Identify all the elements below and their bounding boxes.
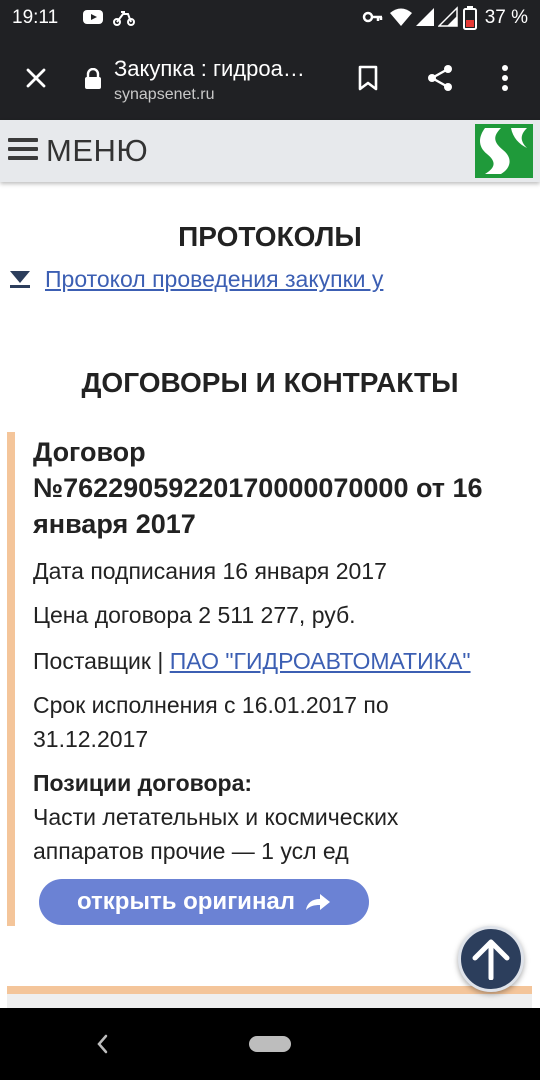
more-vert-icon[interactable] [485,58,525,98]
battery-percent: 37 % [484,7,528,28]
signal-icon [415,6,435,33]
contracts-heading: ДОГОВОРЫ И КОНТРАКТЫ [81,367,459,398]
battery-icon [463,6,477,35]
positions-list: Части летательных и космических аппарато… [33,800,398,868]
position-line: Части летательных и космических [33,804,399,830]
contract-signed-date: Дата подписания 16 января 2017 [33,558,387,584]
contract-term-line: Срок исполнения с 16.01.2017 по [33,692,389,718]
contract-title-line: января 2017 [33,509,196,539]
positions-heading: Позиции договора: [33,770,253,796]
position-line: аппаратов прочие — 1 усл ед [33,838,349,864]
signal-icon [437,6,458,33]
open-original-button[interactable]: открыть оригинал [39,879,369,925]
system-nav-bar [0,1008,540,1080]
contract-term-line: 31.12.2017 [33,726,149,752]
open-original-label: открыть оригинал [76,888,296,915]
protocol-link[interactable]: Протокол проведения закупки у [45,266,383,293]
hamburger-menu-icon[interactable] [8,138,38,164]
share-icon[interactable] [420,58,460,98]
menu-button[interactable]: МЕНЮ [46,133,148,169]
key-icon [362,6,384,33]
protocols-heading: ПРОТОКОЛЫ [178,221,362,252]
bookmark-icon[interactable] [348,58,388,98]
contract-title-line: №76229059220170000070000 от 16 [33,473,483,503]
share-arrow-icon [306,894,331,910]
status-bar: 19:11 37 % [0,0,540,36]
browser-toolbar: Закупка : гидроа… synapsenet.ru [0,36,540,120]
site-logo[interactable] [475,124,533,183]
contract-title: Договор №76229059220170000070000 от 16 я… [33,434,533,542]
home-pill[interactable] [249,1036,291,1052]
section-divider [7,986,532,994]
expand-triangle-icon[interactable] [8,268,32,290]
contract-card: Договор №76229059220170000070000 от 16 я… [7,432,532,926]
supplier-link[interactable]: ПАО "ГИДРОАВТОМАТИКА" [170,648,471,674]
lock-icon [84,67,102,95]
contract-supplier: Поставщик | ПАО "ГИДРОАВТОМАТИКА" [33,644,471,678]
url-text[interactable]: synapsenet.ru [114,86,215,104]
next-section-edge [7,994,532,1008]
supplier-label: Поставщик | [33,648,170,674]
back-icon[interactable] [95,1032,109,1056]
status-time: 19:11 [12,7,59,28]
close-icon[interactable] [16,58,56,98]
youtube-icon [82,6,104,33]
scroll-to-top-button[interactable] [458,926,524,992]
contract-term: Срок исполнения с 16.01.2017 по 31.12.20… [33,688,389,756]
site-menu-bar: МЕНЮ [0,120,540,182]
contract-title-line: Договор [33,437,146,467]
contract-price: Цена договора 2 511 277, руб. [33,602,356,628]
arrow-up-icon [472,939,510,980]
wifi-icon [389,6,413,33]
delivery-scooter-icon [112,6,136,33]
tab-title[interactable]: Закупка : гидроа… [114,56,329,82]
